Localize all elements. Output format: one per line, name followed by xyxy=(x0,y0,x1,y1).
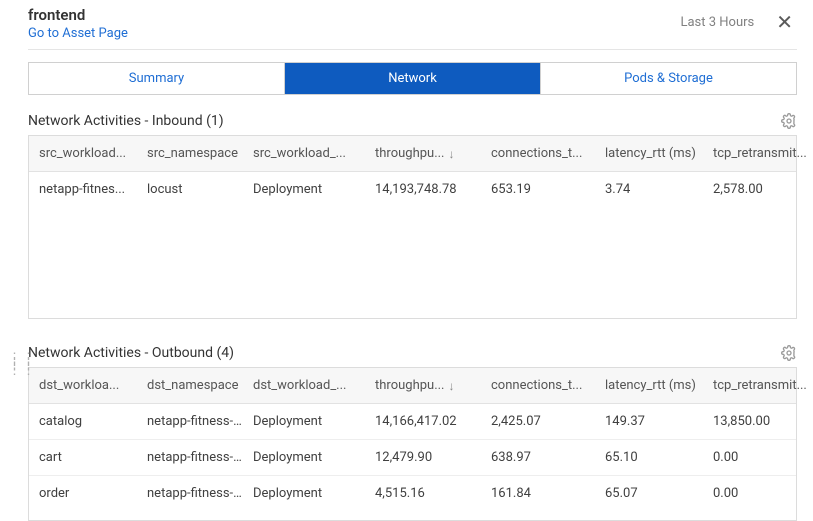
cell: order xyxy=(39,486,147,501)
cell: 0.00 xyxy=(713,486,796,501)
cell: netapp-fitness-... xyxy=(147,450,253,465)
gear-icon[interactable] xyxy=(781,345,797,361)
col-connections[interactable]: connections_t... xyxy=(491,146,605,161)
page-title: frontend xyxy=(28,6,128,24)
cell: 149.37 xyxy=(605,414,713,429)
inbound-title: Network Activities - Inbound (1) xyxy=(28,113,224,129)
drag-handle[interactable]: ⋮⋮ ⋮⋮ ⋮⋮ xyxy=(8,356,36,374)
col-tcp-retransmit[interactable]: tcp_retransmit... xyxy=(713,146,813,161)
table-row[interactable]: netapp-fitnes...locustDeployment14,193,7… xyxy=(29,172,796,207)
outbound-section: Network Activities - Outbound (4) dst_wo… xyxy=(28,341,797,521)
asset-page-link[interactable]: Go to Asset Page xyxy=(28,26,128,41)
outbound-table-header: dst_workloa... dst_namespace dst_workloa… xyxy=(29,368,796,404)
tab-summary[interactable]: Summary xyxy=(29,63,284,94)
col-throughput[interactable]: throughpu... ↓ xyxy=(375,378,491,393)
cell: 13,850.00 xyxy=(713,414,796,429)
cell: netapp-fitness-... xyxy=(147,486,253,501)
cell: netapp-fitness-... xyxy=(147,414,253,429)
cell: 3.74 xyxy=(605,182,713,197)
cell: Deployment xyxy=(253,182,375,197)
cell: 4,515.16 xyxy=(375,486,491,501)
cell: locust xyxy=(147,182,253,197)
col-dst-workload[interactable]: dst_workloa... xyxy=(39,378,147,393)
cell: 65.07 xyxy=(605,486,713,501)
sort-desc-icon: ↓ xyxy=(448,147,454,161)
col-src-namespace[interactable]: src_namespace xyxy=(147,146,253,161)
col-throughput-label: throughpu... xyxy=(375,378,444,393)
col-dst-namespace[interactable]: dst_namespace xyxy=(147,378,253,393)
col-throughput[interactable]: throughpu... ↓ xyxy=(375,146,491,161)
cell: 14,166,417.02 xyxy=(375,414,491,429)
outbound-title: Network Activities - Outbound (4) xyxy=(28,345,234,361)
cell: 161.84 xyxy=(491,486,605,501)
tab-network[interactable]: Network xyxy=(284,63,540,94)
col-src-workload[interactable]: src_workload... xyxy=(39,146,147,161)
col-connections[interactable]: connections_t... xyxy=(491,378,605,393)
cell: catalog xyxy=(39,414,147,429)
tab-pods-storage[interactable]: Pods & Storage xyxy=(540,63,796,94)
inbound-section: Network Activities - Inbound (1) src_wor… xyxy=(28,109,797,319)
cell: Deployment xyxy=(253,414,375,429)
cell: 2,578.00 xyxy=(713,182,796,197)
col-dst-workload-kind[interactable]: dst_workload_... xyxy=(253,378,375,393)
table-row[interactable]: ordernetapp-fitness-...Deployment4,515.1… xyxy=(29,476,796,511)
tab-bar: Summary Network Pods & Storage xyxy=(28,62,797,95)
cell: 638.97 xyxy=(491,450,605,465)
inbound-table-header: src_workload... src_namespace src_worklo… xyxy=(29,136,796,172)
cell: Deployment xyxy=(253,486,375,501)
cell: 653.19 xyxy=(491,182,605,197)
cell: cart xyxy=(39,450,147,465)
col-latency[interactable]: latency_rtt (ms) xyxy=(605,146,713,161)
cell: Deployment xyxy=(253,450,375,465)
col-latency[interactable]: latency_rtt (ms) xyxy=(605,378,713,393)
cell: 14,193,748.78 xyxy=(375,182,491,197)
cell: 2,425.07 xyxy=(491,414,605,429)
close-icon[interactable]: ✕ xyxy=(772,10,797,34)
gear-icon[interactable] xyxy=(781,113,797,129)
col-tcp-retransmit[interactable]: tcp_retransmit... xyxy=(713,378,813,393)
table-row[interactable]: catalognetapp-fitness-...Deployment14,16… xyxy=(29,404,796,440)
cell: 12,479.90 xyxy=(375,450,491,465)
sort-desc-icon: ↓ xyxy=(448,379,454,393)
cell: 0.00 xyxy=(713,450,796,465)
cell: 65.10 xyxy=(605,450,713,465)
table-row[interactable]: cartnetapp-fitness-...Deployment12,479.9… xyxy=(29,440,796,476)
time-range-label: Last 3 Hours xyxy=(680,15,754,30)
cell: netapp-fitnes... xyxy=(39,182,147,197)
panel-header: frontend Go to Asset Page Last 3 Hours ✕ xyxy=(28,6,797,50)
col-throughput-label: throughpu... xyxy=(375,146,444,161)
col-src-workload-kind[interactable]: src_workload_... xyxy=(253,146,375,161)
